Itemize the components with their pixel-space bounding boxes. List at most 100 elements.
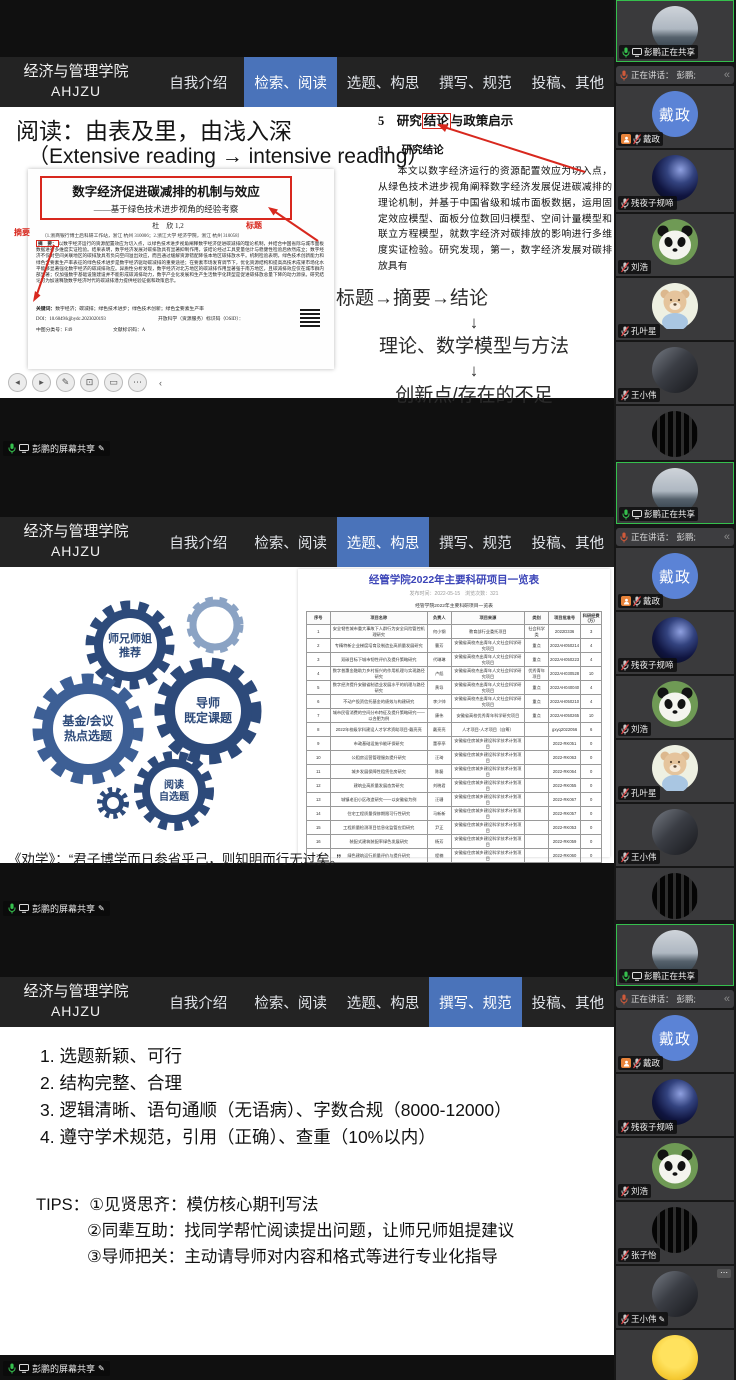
gear-reading-own-topic: 阅读 自选题 — [140, 757, 208, 825]
speaking-mic-icon — [620, 532, 628, 543]
participant-tile-partial[interactable] — [616, 1330, 734, 1380]
tips-item: ②同辈互助：找同学帮忙阅读提出问题，让师兄师姐提建议 — [87, 1219, 514, 1245]
participant-tile-partial[interactable] — [616, 406, 734, 460]
participant-tile[interactable]: 残夜子规啼 — [616, 612, 734, 674]
screen-icon — [19, 1364, 29, 1373]
tab-writing[interactable]: 撰写、规范 — [429, 57, 521, 107]
avatar-galaxy — [652, 1079, 698, 1125]
participant-name: 戴政 — [643, 1057, 660, 1069]
gear-senior-recommend: 师兄师姐 推荐 — [92, 607, 168, 683]
brand-line2: AHJZU — [0, 1002, 152, 1021]
participant-tile[interactable]: 戴政 戴政 — [616, 86, 734, 148]
table-row: 2专精特新企业梯度培育及制造业高质量发展研究曹芳安徽省高校杰出青年人文社会科学研… — [307, 639, 602, 653]
collapse-icon[interactable]: « — [724, 69, 730, 81]
toolbar-camera-button[interactable]: ▭ — [104, 373, 123, 392]
participant-tile[interactable]: 残夜子规啼 — [616, 1074, 734, 1136]
participant-tile[interactable]: 刘浩 — [616, 1138, 734, 1200]
participant-name: 孔叶星 — [631, 325, 657, 337]
participant-name: 王小伟 — [631, 1313, 657, 1325]
speaking-indicator: 正在讲话： 彭鹏; « — [616, 528, 734, 546]
annotate-pen-icon[interactable]: ✎ — [98, 444, 105, 453]
annotate-pen-icon[interactable]: ✎ — [98, 904, 105, 913]
table-row: 16装配式建筑装配率绿色发展研究杨芳安徽省住房城乡建设科学技术计划项目2022-… — [307, 835, 602, 849]
participant-tile[interactable]: 刘浩 — [616, 214, 734, 276]
collapse-icon[interactable]: « — [724, 993, 730, 1005]
nav-tabs: 自我介绍 检索、阅读 选题、构思 撰写、规范 投稿、其他 — [152, 517, 614, 567]
tile-more-button[interactable]: ⋯ — [717, 1269, 731, 1278]
table-row: 4数字普惠金融助力乡村振兴的作用机理与实现路径研究卢彪安徽省高校杰出青年人文社会… — [307, 667, 602, 681]
paper-conclusion-page: 5 研究结论与政策启示 5.1 研究结论 本文以数字经济运行的资源配置效应为切入… — [378, 110, 612, 275]
screenshot-section-3: 经济与管理学院 AHJZU 自我介绍 检索、阅读 选题、构思 撰写、规范 投稿、… — [0, 920, 736, 1380]
participant-tile[interactable]: 戴政 戴政 — [616, 548, 734, 610]
tab-submit[interactable]: 投稿、其他 — [522, 57, 614, 107]
participant-tile-sharer[interactable]: 彭鹏正在共享 — [616, 924, 734, 986]
participant-tile-sharer[interactable]: 彭鹏正在共享 — [616, 462, 734, 524]
qr-code — [300, 307, 320, 327]
tab-intro[interactable]: 自我介绍 — [152, 517, 244, 567]
participant-name: 刘浩 — [631, 1185, 648, 1197]
avatar-initials: 戴政 — [652, 91, 698, 137]
conclusion-redbox: 结论 — [422, 113, 451, 129]
participant-tile[interactable]: 王小伟 — [616, 804, 734, 866]
tab-topic[interactable]: 选题、构思 — [337, 57, 429, 107]
tab-topic[interactable]: 选题、构思 — [337, 977, 429, 1027]
tab-search-reading[interactable]: 检索、阅读 — [244, 517, 336, 567]
participant-tile[interactable]: 残夜子规啼 — [616, 150, 734, 212]
tab-search-reading[interactable]: 检索、阅读 — [244, 977, 336, 1027]
participant-tile[interactable]: 孔叶星 — [616, 740, 734, 802]
screen-share-badge[interactable]: 彭鹏的屏幕共享 ✎ — [3, 441, 110, 456]
reading-flow-annotation: 标题→摘要→结论 ↓ 理论、数学模型与方法 ↓ 创新点/存在的不足 — [336, 285, 612, 410]
share-badge-label: 彭鹏的屏幕共享 — [32, 902, 95, 915]
mic-on-icon — [8, 1363, 16, 1374]
presenter-toolbar: ◂ ▸ ✎ ⊡ ▭ ⋯ ‹ — [8, 373, 169, 392]
screen-share-badge[interactable]: 彭鹏的屏幕共享 ✎ — [3, 901, 110, 916]
mic-muted-icon — [633, 134, 641, 145]
gears-diagram: 师兄师姐 推荐 导师 既定课题 基金/会议 — [12, 579, 294, 847]
participant-tile[interactable]: 王小伟 — [616, 342, 734, 404]
avatar-anime — [652, 347, 698, 393]
brand-line1: 经济与管理学院 — [0, 521, 152, 542]
avatar-galaxy — [652, 155, 698, 201]
tab-topic[interactable]: 选题、构思 — [337, 517, 429, 567]
participant-tile-sharer[interactable]: 彭鹏正在共享 — [616, 0, 734, 62]
screen-icon — [19, 904, 29, 913]
speaking-prefix: 正在讲话： — [631, 993, 674, 1005]
tab-intro[interactable]: 自我介绍 — [152, 977, 244, 1027]
nav-tabs: 自我介绍 检索、阅读 选题、构思 撰写、规范 投稿、其他 — [152, 57, 614, 107]
screen-share-badge[interactable]: 彭鹏的屏幕共享 ✎ — [3, 1361, 110, 1376]
tab-search-reading[interactable]: 检索、阅读 — [244, 57, 336, 107]
participant-name: 刘浩 — [631, 261, 648, 273]
tab-submit[interactable]: 投稿、其他 — [522, 977, 614, 1027]
toolbar-prev-button[interactable]: ◂ — [8, 373, 27, 392]
tips-head: TIPS： — [36, 1193, 89, 1219]
avatar-yellow-cartoon — [652, 1335, 698, 1380]
toolbar-magnifier-button[interactable]: ⊡ — [80, 373, 99, 392]
table-row: 6不动产投资信托基金的绩效与构建研究李少帅安徽省高校杰出青年人文社会科学研究项目… — [307, 695, 602, 709]
paper-title-redbox: 数字经济促进碳减排的机制与效应 ——基于绿色技术进步视角的经验考察 — [40, 176, 292, 220]
participant-name: 刘浩 — [631, 723, 648, 735]
participant-tile[interactable]: 刘浩 — [616, 676, 734, 738]
tab-writing[interactable]: 撰写、规范 — [429, 977, 521, 1027]
toolbar-more-button[interactable]: ⋯ — [128, 373, 147, 392]
shared-screen: 经济与管理学院 AHJZU 自我介绍 检索、阅读 选题、构思 撰写、规范 投稿、… — [0, 920, 614, 1380]
share-badge-label: 彭鹏的屏幕共享 — [32, 442, 95, 455]
participant-tile-partial[interactable] — [616, 868, 734, 920]
slide-writing-rules: 1. 选题新颖、可行 2. 结构完整、合理 3. 逻辑清晰、语句通顺（无语病）、… — [0, 1027, 614, 1355]
annotate-pen-icon[interactable]: ✎ — [98, 1364, 105, 1373]
toolbar-collapse-button[interactable]: ‹ — [152, 374, 169, 391]
toolbar-play-button[interactable]: ▸ — [32, 373, 51, 392]
participant-tile[interactable]: 张子怡 — [616, 1202, 734, 1264]
slide-subtitle: （Extensive reading → intensive reading） — [28, 140, 428, 170]
collapse-icon[interactable]: « — [724, 531, 730, 543]
avatar-teddy — [652, 283, 698, 329]
table-row: 13城镇老旧小区改造研究——以安徽省为例汪珊安徽省住房城乡建设科学技术计划项目2… — [307, 793, 602, 807]
tab-writing[interactable]: 撰写、规范 — [429, 517, 521, 567]
participant-tile[interactable]: 戴政 戴政 — [616, 1010, 734, 1072]
tab-intro[interactable]: 自我介绍 — [152, 57, 244, 107]
participant-tile[interactable]: 孔叶星 — [616, 278, 734, 340]
participant-tile[interactable]: ⋯ 王小伟✎ — [616, 1266, 734, 1328]
list-item: 3. 逻辑清晰、语句通顺（无语病）、字数合规（8000-12000） — [40, 1097, 512, 1124]
tab-submit[interactable]: 投稿、其他 — [522, 517, 614, 567]
toolbar-pen-button[interactable]: ✎ — [56, 373, 75, 392]
flow-arrow-down: ↓ — [336, 362, 612, 381]
